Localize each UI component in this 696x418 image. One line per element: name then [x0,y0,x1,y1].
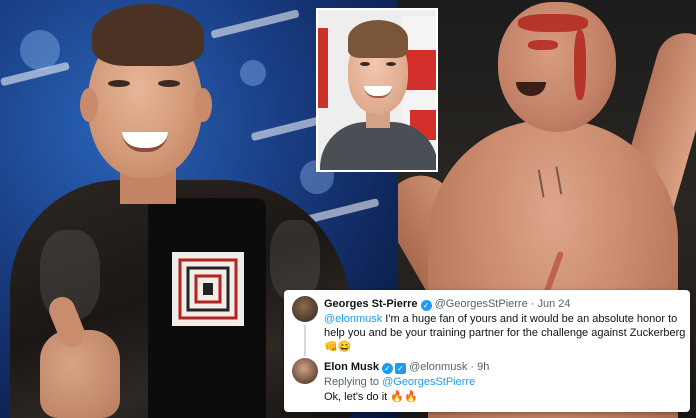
zuckerberg-photo [316,8,438,172]
zuckerberg-eye [360,62,370,66]
backdrop-red [318,28,328,108]
avatar[interactable] [292,296,318,322]
tweet-text: I'm a huge fan of yours and it would be … [382,313,678,325]
replying-to-line: Replying to @GeorgesStPierre [324,375,475,389]
meme-composite: Georges St-Pierre ✓ @GeorgesStPierre · Ju… [0,0,696,418]
reply-text-line: Ok, let's do it 🔥🔥 [324,390,418,404]
reply-time[interactable]: 9h [477,361,489,373]
zuckerberg-eye [386,62,396,66]
mention-link[interactable]: @elonmusk [324,313,382,325]
author-name[interactable]: Elon Musk [324,361,379,373]
shirt-graphic [172,252,244,326]
author-handle[interactable]: @elonmusk [409,361,467,373]
tweet-text: help you and be your training partner fo… [324,327,686,339]
blood-streak [574,30,586,100]
tweet-thread-card: Georges St-Pierre ✓ @GeorgesStPierre · Ju… [284,290,690,412]
musk-hair [92,4,204,66]
twitter-blue-badge-icon: ✓ [395,363,407,374]
jacket-highlight [270,220,320,300]
musk-ear [194,88,212,122]
replying-to-label: Replying to [324,376,383,388]
zuckerberg-hair [348,20,408,58]
avatar[interactable] [292,358,318,384]
tweet-text-line: help you and be your training partner fo… [324,326,685,340]
background-stripe [210,9,300,39]
musk-eye [158,80,180,87]
blood-streak [528,40,558,50]
musk-eye [108,80,130,87]
author-name[interactable]: Georges St-Pierre [324,298,418,310]
replying-to-link[interactable]: @GeorgesStPierre [382,376,475,388]
fist-smile-emoji: 👊😄 [324,341,352,353]
separator-dot: · [470,361,475,373]
tweet-emoji-line: 👊😄 [324,340,351,354]
fire-emoji: 🔥🔥 [390,391,418,403]
tweet-header: Georges St-Pierre ✓ @GeorgesStPierre · Ju… [324,297,571,311]
tweet-date[interactable]: Jun 24 [538,298,571,310]
verified-check-icon: ✓ [382,363,394,374]
backdrop-red [406,50,436,90]
author-handle[interactable]: @GeorgesStPierre [435,298,528,310]
verified-check-icon: ✓ [420,300,432,311]
separator-dot: · [530,298,535,310]
reply-header: Elon Musk ✓ ✓ @elonmusk · 9h [324,360,489,374]
thread-connector [304,325,306,356]
tweet-text-line: @elonmusk I'm a huge fan of yours and it… [324,312,677,326]
musk-ear [80,88,98,122]
reply-text: Ok, let's do it [324,391,388,403]
background-bokeh [240,60,266,86]
